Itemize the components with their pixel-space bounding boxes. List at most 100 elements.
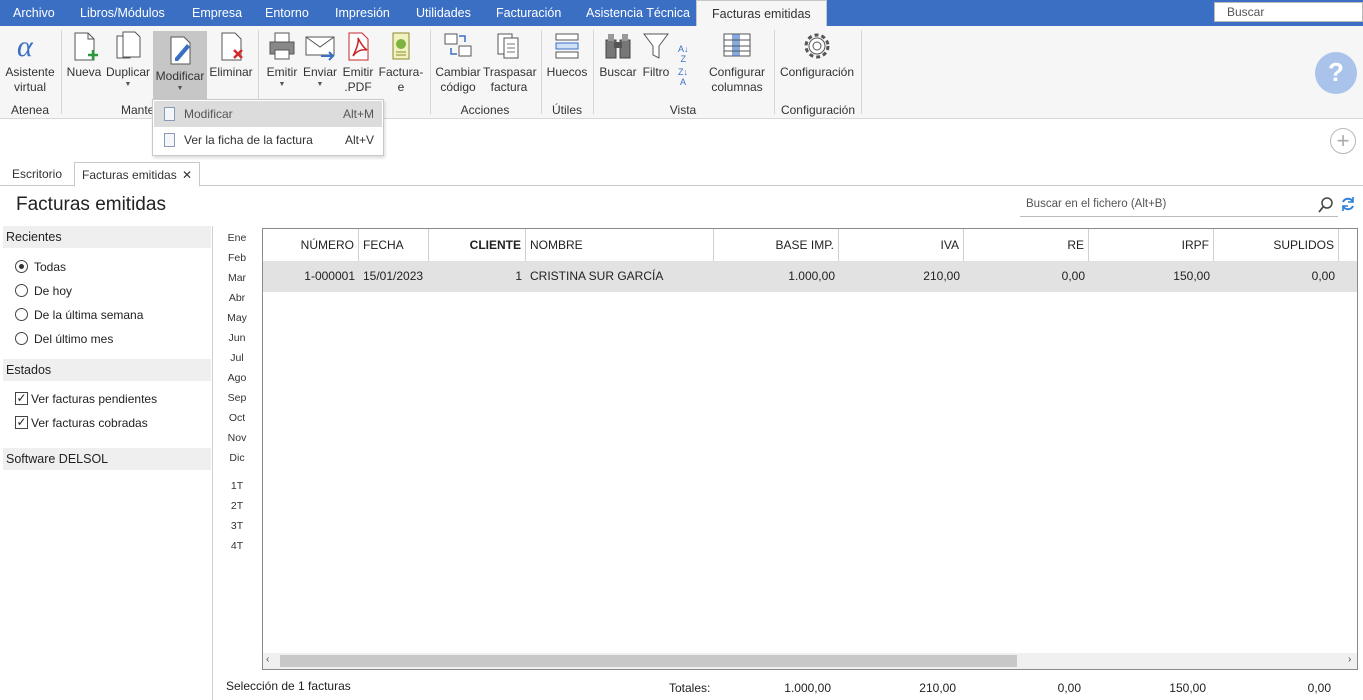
col-header-iva[interactable]: IVA xyxy=(839,229,964,261)
menu-archivo[interactable]: Archivo xyxy=(13,0,55,26)
col-header-nombre[interactable]: NOMBRE xyxy=(526,229,714,261)
menu-facturas-emitidas[interactable]: Facturas emitidas xyxy=(696,0,827,26)
col-header-cliente[interactable]: CLIENTE xyxy=(429,229,526,261)
group-separator xyxy=(61,30,62,114)
menu-facturacion[interactable]: Facturación xyxy=(496,0,561,26)
configuracion-button[interactable]: Configuración xyxy=(778,30,856,80)
global-search-input[interactable]: Buscar xyxy=(1214,2,1363,22)
selection-count: Selección de 1 facturas xyxy=(226,679,351,693)
svg-text:α: α xyxy=(17,30,34,62)
factura-e-button[interactable]: Factura- e xyxy=(378,30,424,95)
col-header-suplidos[interactable]: SUPLIDOS xyxy=(1214,229,1339,261)
menu-empresa[interactable]: Empresa xyxy=(192,0,242,26)
checkbox-cobradas[interactable]: ✓ Ver facturas cobradas xyxy=(15,415,148,431)
filter-icon xyxy=(643,33,669,59)
col-header-re[interactable]: RE xyxy=(964,229,1089,261)
quarter-1t[interactable]: 1T xyxy=(226,480,248,492)
sort-descending-icon[interactable]: Z↓ A xyxy=(678,67,688,87)
radio-button-icon xyxy=(15,308,28,321)
month-mar[interactable]: Mar xyxy=(226,272,248,284)
sidebar-divider xyxy=(212,226,213,700)
buscar-button[interactable]: Buscar xyxy=(598,30,638,80)
quarter-3t[interactable]: 3T xyxy=(226,520,248,532)
quarter-2t[interactable]: 2T xyxy=(226,500,248,512)
month-ago[interactable]: Ago xyxy=(226,372,248,384)
radio-label: Todas xyxy=(34,260,67,274)
quarter-4t[interactable]: 4T xyxy=(226,540,248,552)
tab-escritorio[interactable]: Escritorio xyxy=(5,162,69,187)
section-software-delsol[interactable]: Software DELSOL xyxy=(3,448,211,470)
traspasar-label: Traspasar factura xyxy=(483,65,537,94)
nueva-button[interactable]: Nueva xyxy=(66,30,102,80)
asistente-virtual-button[interactable]: α Asistente virtual xyxy=(5,30,55,95)
menu-asistencia-tecnica[interactable]: Asistencia Técnica xyxy=(586,0,690,26)
configuracion-label: Configuración xyxy=(779,65,855,79)
dropdown-item-ver-ficha[interactable]: Ver la ficha de la factura Alt+V xyxy=(154,127,382,153)
modificar-button[interactable]: Modificar ▼ xyxy=(153,31,207,100)
section-estados: Estados xyxy=(3,359,211,381)
traspasar-factura-button[interactable]: Traspasar factura xyxy=(483,30,537,95)
scrollbar-thumb[interactable] xyxy=(280,655,1017,667)
group-separator xyxy=(430,30,431,114)
menu-libros-modulos[interactable]: Libros/Módulos xyxy=(80,0,165,26)
filtro-button[interactable]: Filtro xyxy=(639,30,673,80)
radio-label: De hoy xyxy=(34,284,73,298)
refresh-icon[interactable] xyxy=(1340,196,1356,212)
eliminar-label: Eliminar xyxy=(209,65,253,79)
enviar-button[interactable]: Enviar ▼ xyxy=(302,30,338,89)
duplicar-button[interactable]: Duplicar ▼ xyxy=(105,30,151,89)
configurar-columnas-button[interactable]: Configurar columnas xyxy=(706,30,768,95)
month-jun[interactable]: Jun xyxy=(226,332,248,344)
binoculars-icon xyxy=(605,34,631,59)
radio-todas[interactable]: Todas xyxy=(15,259,66,275)
scroll-right-icon[interactable]: › xyxy=(1348,654,1351,665)
total-suplidos: 0,00 xyxy=(1307,681,1331,695)
file-search-input[interactable]: Buscar en el fichero (Alt+B) xyxy=(1020,193,1338,217)
checkmark-icon: ✓ xyxy=(15,391,28,405)
menu-impresion[interactable]: Impresión xyxy=(335,0,390,26)
dropdown-item-shortcut: Alt+V xyxy=(344,133,374,147)
chevron-down-icon: ▼ xyxy=(124,81,132,88)
search-icon[interactable] xyxy=(1317,196,1335,214)
new-document-icon xyxy=(74,32,98,61)
month-abr[interactable]: Abr xyxy=(226,292,248,304)
month-ene[interactable]: Ene xyxy=(226,232,248,244)
cambiar-codigo-button[interactable]: Cambiar código xyxy=(435,30,481,95)
sort-ascending-icon[interactable]: A↓ Z xyxy=(678,44,689,64)
col-header-fecha[interactable]: FECHA xyxy=(359,229,429,261)
month-sep[interactable]: Sep xyxy=(226,392,248,404)
emitir-pdf-button[interactable]: Emitir .PDF xyxy=(340,30,376,95)
add-tab-icon[interactable]: + xyxy=(1330,128,1356,154)
scroll-left-icon[interactable]: ‹ xyxy=(266,654,269,665)
radio-de-hoy[interactable]: De hoy xyxy=(15,283,72,299)
close-icon[interactable]: ✕ xyxy=(182,168,192,182)
col-header-irpf[interactable]: IRPF xyxy=(1089,229,1214,261)
col-header-numero[interactable]: NÚMERO xyxy=(263,229,359,261)
month-may[interactable]: May xyxy=(226,312,248,324)
pdf-icon xyxy=(348,32,369,61)
tab-facturas-emitidas[interactable]: Facturas emitidas ✕ xyxy=(74,162,201,187)
emitir-button[interactable]: Emitir ▼ xyxy=(263,30,301,89)
month-oct[interactable]: Oct xyxy=(226,412,248,424)
checkbox-pendientes[interactable]: ✓ Ver facturas pendientes xyxy=(15,391,157,407)
eliminar-button[interactable]: Eliminar xyxy=(209,30,253,80)
menu-utilidades[interactable]: Utilidades xyxy=(416,0,471,26)
radio-ultimo-mes[interactable]: Del último mes xyxy=(15,331,113,347)
group-label-configuracion: Configuración xyxy=(780,103,856,117)
month-jul[interactable]: Jul xyxy=(226,352,248,364)
radio-ultima-semana[interactable]: De la última semana xyxy=(15,307,143,323)
group-separator xyxy=(774,30,775,114)
col-header-base-imp[interactable]: BASE IMP. xyxy=(714,229,839,261)
group-label-utiles: Útiles xyxy=(551,103,582,117)
month-dic[interactable]: Dic xyxy=(226,452,248,464)
month-feb[interactable]: Feb xyxy=(226,252,248,264)
menu-entorno[interactable]: Entorno xyxy=(265,0,309,26)
huecos-label: Huecos xyxy=(546,65,588,79)
help-icon[interactable]: ? xyxy=(1315,52,1357,94)
group-label-vista: Vista xyxy=(669,103,697,117)
total-irpf: 150,00 xyxy=(1169,681,1206,695)
checkbox-label: Ver facturas pendientes xyxy=(31,392,158,406)
month-nov[interactable]: Nov xyxy=(226,432,248,444)
huecos-button[interactable]: Huecos xyxy=(546,30,588,80)
dropdown-item-modificar[interactable]: Modificar Alt+M xyxy=(154,101,382,127)
